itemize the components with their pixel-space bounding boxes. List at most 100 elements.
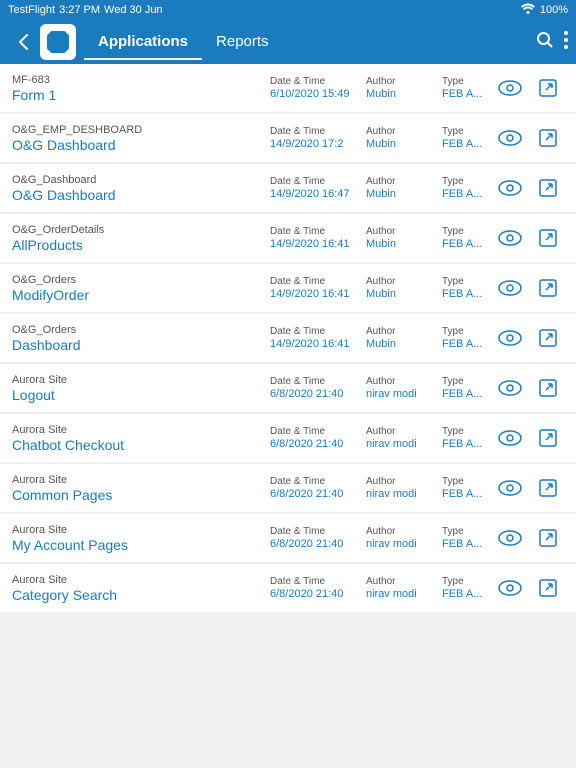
app-logo [40,24,76,60]
author-value: Mubin [366,88,436,100]
author-value: nirav modi [366,388,436,400]
export-button[interactable] [532,522,564,554]
item-actions [494,322,564,354]
item-actions [494,122,564,154]
item-author: Author nirav modi [366,376,436,400]
view-button[interactable] [494,172,526,204]
item-category: O&G_Dashboard [12,174,270,186]
item-name[interactable]: Chatbot Checkout [12,437,270,453]
item-type: Type FEB A... [442,226,488,250]
item-name[interactable]: O&G Dashboard [12,137,270,153]
item-category: O&G_OrderDetails [12,224,270,236]
item-actions [494,572,564,604]
item-category: O&G_Orders [12,274,270,286]
item-category: Aurora Site [12,374,270,386]
back-button[interactable] [8,26,40,58]
author-value: Mubin [366,188,436,200]
item-type: Type FEB A... [442,326,488,350]
item-name[interactable]: Dashboard [12,337,270,353]
list-item: Aurora Site Category Search Date & Time … [0,564,576,612]
author-value: Mubin [366,288,436,300]
item-type: Type FEB A... [442,476,488,500]
item-category: Aurora Site [12,424,270,436]
item-meta: Date & Time 14/9/2020 16:41 [270,276,360,300]
author-label: Author [366,326,436,337]
author-value: Mubin [366,238,436,250]
item-name[interactable]: My Account Pages [12,537,270,553]
date-label: Date & Time [270,426,360,437]
item-category: O&G_Orders [12,324,270,336]
wifi-icon [520,3,536,17]
type-label: Type [442,176,488,187]
type-label: Type [442,426,488,437]
export-button[interactable] [532,372,564,404]
export-button[interactable] [532,72,564,104]
view-button[interactable] [494,122,526,154]
view-button[interactable] [494,422,526,454]
author-label: Author [366,76,436,87]
author-label: Author [366,376,436,387]
export-button[interactable] [532,172,564,204]
item-category: MF-683 [12,74,270,86]
item-category: Aurora Site [12,574,270,586]
list-item: Aurora Site Common Pages Date & Time 6/8… [0,464,576,512]
export-button[interactable] [532,422,564,454]
author-value: Mubin [366,338,436,350]
view-button[interactable] [494,522,526,554]
view-button[interactable] [494,222,526,254]
type-value: FEB A... [442,388,488,400]
item-meta: Date & Time 14/9/2020 17:2 [270,126,360,150]
search-button[interactable] [536,31,554,54]
item-category: Aurora Site [12,524,270,536]
view-button[interactable] [494,572,526,604]
export-button[interactable] [532,572,564,604]
nav-actions [536,31,568,54]
date-value: 6/8/2020 21:40 [270,488,360,500]
item-meta: Date & Time 6/8/2020 21:40 [270,526,360,550]
type-label: Type [442,376,488,387]
more-button[interactable] [564,31,568,54]
type-value: FEB A... [442,588,488,600]
item-name[interactable]: Category Search [12,587,270,603]
item-type: Type FEB A... [442,426,488,450]
list-item: MF-683 Form 1 Date & Time 6/10/2020 15:4… [0,64,576,112]
export-button[interactable] [532,222,564,254]
export-button[interactable] [532,472,564,504]
item-actions [494,272,564,304]
date-label: Date & Time [270,326,360,337]
export-button[interactable] [532,322,564,354]
type-label: Type [442,326,488,337]
view-button[interactable] [494,72,526,104]
nav-tabs: Applications Reports [84,25,536,60]
author-value: nirav modi [366,488,436,500]
item-type: Type FEB A... [442,526,488,550]
item-meta: Date & Time 6/10/2020 15:49 [270,76,360,100]
item-author: Author Mubin [366,226,436,250]
view-button[interactable] [494,372,526,404]
type-label: Type [442,576,488,587]
tab-applications[interactable]: Applications [84,25,202,60]
item-name[interactable]: ModifyOrder [12,287,270,303]
item-name[interactable]: AllProducts [12,237,270,253]
view-button[interactable] [494,472,526,504]
date-label: Date & Time [270,76,360,87]
item-type: Type FEB A... [442,576,488,600]
type-value: FEB A... [442,138,488,150]
item-author: Author nirav modi [366,576,436,600]
item-info: O&G_Dashboard O&G Dashboard [12,174,270,203]
date-label: Date & Time [270,126,360,137]
item-name[interactable]: Form 1 [12,87,270,103]
item-name[interactable]: Logout [12,387,270,403]
item-info: Aurora Site My Account Pages [12,524,270,553]
view-button[interactable] [494,272,526,304]
item-info: Aurora Site Common Pages [12,474,270,503]
export-button[interactable] [532,272,564,304]
type-label: Type [442,126,488,137]
type-value: FEB A... [442,538,488,550]
item-name[interactable]: O&G Dashboard [12,187,270,203]
export-button[interactable] [532,122,564,154]
item-info: O&G_EMP_DESHBOARD O&G Dashboard [12,124,270,153]
view-button[interactable] [494,322,526,354]
tab-reports[interactable]: Reports [202,25,283,60]
item-name[interactable]: Common Pages [12,487,270,503]
